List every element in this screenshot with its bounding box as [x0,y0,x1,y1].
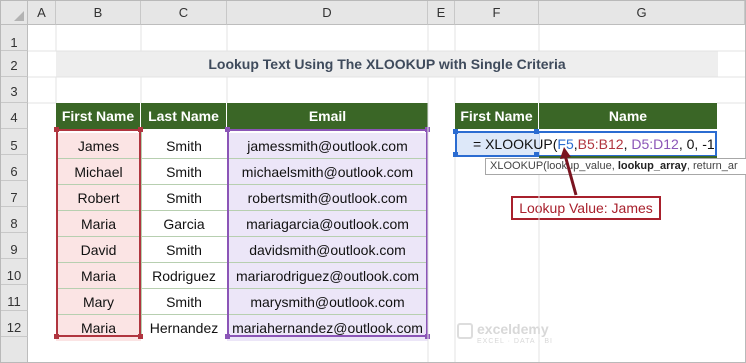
cell-last-name[interactable]: Garcia [141,211,227,237]
header-first-name[interactable]: First Name [56,103,141,129]
cell-last-name[interactable]: Smith [141,237,227,263]
range-handle[interactable] [138,127,143,132]
callout-arrow-icon [560,147,578,196]
formula-suffix: , 0, -1 ) [678,136,715,152]
column-header-b[interactable]: B [56,1,141,25]
range-handle[interactable] [225,127,230,132]
row-header-12[interactable]: 12 [1,311,28,337]
cell-last-name[interactable]: Smith [141,133,227,159]
row-header-6[interactable]: 6 [1,155,28,181]
range-handle[interactable] [225,334,230,339]
header-last-name[interactable]: Last Name [141,103,227,129]
column-header-f[interactable]: F [455,1,539,25]
watermark-logo: exceldemy EXCEL · DATA · BI [457,321,577,351]
row-header-9[interactable]: 9 [1,233,28,259]
tooltip-function: XLOOKUP( [490,160,547,172]
cell-last-name[interactable]: Rodriguez [141,263,227,289]
range-highlight-b5-b12 [56,129,141,337]
sheet-title[interactable]: Lookup Text Using The XLOOKUP with Singl… [56,51,718,77]
row-header-11[interactable]: 11 [1,285,28,311]
formula-text: = XLOOKUP(F5,B5:B12, D5:D12, 0, -1 ) [473,133,715,155]
cell-last-name[interactable]: Smith [141,185,227,211]
range-handle[interactable] [425,127,430,132]
lookup-value-callout: Lookup Value: James [511,196,661,220]
header-lookup-first-name[interactable]: First Name [455,103,539,129]
cell-last-name[interactable]: Hernandez [141,315,227,341]
range-handle[interactable] [54,127,59,132]
cell-last-name[interactable]: Smith [141,159,227,185]
row-header-10[interactable]: 10 [1,259,28,285]
row-header-13[interactable] [1,337,28,362]
select-all-triangle-icon [14,11,24,21]
row-header-8[interactable]: 8 [1,207,28,233]
column-header-g[interactable]: G [539,1,745,25]
cell-last-name[interactable]: Smith [141,289,227,315]
range-handle[interactable] [425,334,430,339]
range-handle[interactable] [534,129,539,134]
formula-cell-g5[interactable]: = XLOOKUP(F5,B5:B12, D5:D12, 0, -1 ) [455,131,717,157]
header-lookup-name[interactable]: Name [539,103,717,129]
range-highlight-d5-d12 [227,129,428,337]
row-header-5[interactable]: 5 [1,129,28,155]
spreadsheet: A B C D E F G 1 2 3 4 5 6 7 8 9 10 11 12… [0,0,746,363]
tooltip-current-param: lookup_array [617,160,687,172]
watermark-brand: exceldemy [477,321,549,337]
row-header-1[interactable]: 1 [1,25,28,51]
column-header-c[interactable]: C [141,1,227,25]
watermark-tagline: EXCEL · DATA · BI [477,338,553,345]
row-header-3[interactable]: 3 [1,77,28,103]
function-argument-tooltip[interactable]: XLOOKUP(lookup_value, lookup_array, retu… [485,158,746,175]
select-all-corner[interactable] [1,1,28,25]
formula-arg-return-array: D5:D12 [631,136,679,152]
column-header-e[interactable]: E [428,1,455,25]
range-handle[interactable] [453,152,458,157]
row-header-4[interactable]: 4 [1,103,28,129]
column-divider [141,129,142,337]
row-header-7[interactable]: 7 [1,181,28,207]
range-handle[interactable] [453,129,458,134]
range-handle[interactable] [54,334,59,339]
header-email[interactable]: Email [227,103,428,129]
formula-prefix: = XLOOKUP( [473,136,558,152]
row-header-2[interactable]: 2 [1,51,28,77]
column-header-d[interactable]: D [227,1,428,25]
column-header-a[interactable]: A [28,1,56,25]
tooltip-param: , return_ar [686,160,738,172]
range-handle[interactable] [138,334,143,339]
exceldemy-logo-icon [457,323,473,339]
